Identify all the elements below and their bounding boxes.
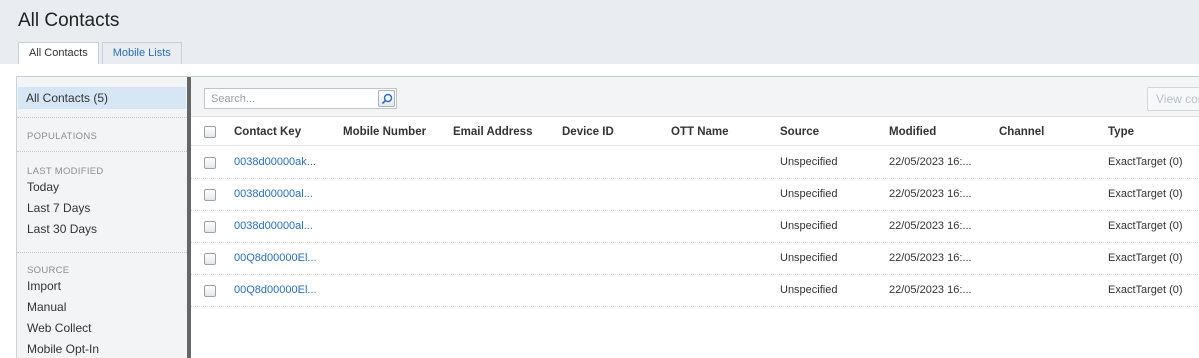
column-header-device-id[interactable]: Device ID bbox=[562, 126, 614, 138]
source-section: SOURCE Import Manual Web Collect Mobile … bbox=[17, 252, 187, 358]
row-checkbox[interactable] bbox=[204, 189, 216, 201]
sidebar-item-import[interactable]: Import bbox=[27, 279, 61, 293]
modified-cell: 22/05/2023 16:... bbox=[889, 284, 972, 296]
search-button[interactable] bbox=[378, 90, 395, 107]
sidebar-item-last-7-days[interactable]: Last 7 Days bbox=[27, 201, 90, 215]
column-header-channel[interactable]: Channel bbox=[999, 126, 1044, 138]
contact-key-link[interactable]: 0038d00000al... bbox=[234, 188, 313, 200]
contacts-panel: All Contacts (5) POPULATIONS LAST MODIFI… bbox=[16, 76, 1199, 358]
source-cell: Unspecified bbox=[780, 156, 838, 168]
row-checkbox[interactable] bbox=[204, 285, 216, 297]
table-row[interactable]: 0038d00000al... Unspecified 22/05/2023 1… bbox=[191, 179, 1199, 211]
type-cell: ExactTarget (0) bbox=[1108, 284, 1183, 296]
toolbar: View con bbox=[191, 77, 1199, 117]
modified-cell: 22/05/2023 16:... bbox=[889, 252, 972, 264]
source-cell: Unspecified bbox=[780, 284, 838, 296]
table-row[interactable]: 0038d00000ak... Unspecified 22/05/2023 1… bbox=[191, 147, 1199, 179]
modified-cell: 22/05/2023 16:... bbox=[889, 220, 972, 232]
sidebar-item-mobile-opt-in[interactable]: Mobile Opt-In bbox=[27, 342, 99, 356]
type-cell: ExactTarget (0) bbox=[1108, 220, 1183, 232]
page-title: All Contacts bbox=[18, 10, 120, 31]
column-header-modified[interactable]: Modified bbox=[889, 126, 936, 138]
tab-bar: All Contacts Mobile Lists bbox=[18, 42, 185, 65]
row-checkbox[interactable] bbox=[204, 157, 216, 169]
contact-key-link[interactable]: 0038d00000ak... bbox=[234, 156, 316, 168]
modified-cell: 22/05/2023 16:... bbox=[889, 188, 972, 200]
last-modified-heading: LAST MODIFIED bbox=[27, 166, 104, 177]
tab-mobile-lists[interactable]: Mobile Lists bbox=[101, 42, 182, 64]
column-header-source[interactable]: Source bbox=[780, 126, 819, 138]
row-checkbox[interactable] bbox=[204, 221, 216, 233]
view-contact-button[interactable]: View con bbox=[1147, 87, 1199, 111]
source-cell: Unspecified bbox=[780, 188, 838, 200]
source-cell: Unspecified bbox=[780, 252, 838, 264]
populations-section: POPULATIONS bbox=[17, 117, 187, 149]
main-grid: View con Contact Key Mobile Number Email… bbox=[191, 77, 1199, 358]
contact-key-link[interactable]: 0038d00000al... bbox=[234, 220, 313, 232]
column-header-contact-key[interactable]: Contact Key bbox=[234, 126, 301, 138]
column-header-type[interactable]: Type bbox=[1108, 126, 1134, 138]
type-cell: ExactTarget (0) bbox=[1108, 188, 1183, 200]
table-header: Contact Key Mobile Number Email Address … bbox=[191, 118, 1199, 146]
column-header-ott-name[interactable]: OTT Name bbox=[671, 126, 729, 138]
modified-cell: 22/05/2023 16:... bbox=[889, 156, 972, 168]
tab-all-contacts[interactable]: All Contacts bbox=[18, 42, 99, 65]
source-cell: Unspecified bbox=[780, 220, 838, 232]
search-box bbox=[204, 88, 397, 109]
type-cell: ExactTarget (0) bbox=[1108, 252, 1183, 264]
contact-key-link[interactable]: 00Q8d00000El... bbox=[234, 284, 317, 296]
contact-key-link[interactable]: 00Q8d00000El... bbox=[234, 252, 317, 264]
sidebar-item-web-collect[interactable]: Web Collect bbox=[27, 321, 91, 335]
type-cell: ExactTarget (0) bbox=[1108, 156, 1183, 168]
select-all-checkbox[interactable] bbox=[204, 126, 216, 138]
sidebar-item-manual[interactable]: Manual bbox=[27, 300, 66, 314]
search-input[interactable] bbox=[205, 89, 375, 108]
sidebar: All Contacts (5) POPULATIONS LAST MODIFI… bbox=[17, 77, 187, 358]
table-row[interactable]: 00Q8d00000El... Unspecified 22/05/2023 1… bbox=[191, 275, 1199, 307]
column-header-email-address[interactable]: Email Address bbox=[453, 126, 532, 138]
populations-heading: POPULATIONS bbox=[27, 131, 98, 142]
table-row[interactable]: 0038d00000al... Unspecified 22/05/2023 1… bbox=[191, 211, 1199, 243]
table-row[interactable]: 00Q8d00000El... Unspecified 22/05/2023 1… bbox=[191, 243, 1199, 275]
content-area: All Contacts (5) POPULATIONS LAST MODIFI… bbox=[0, 64, 1199, 358]
sidebar-item-all-contacts[interactable]: All Contacts (5) bbox=[18, 87, 186, 109]
sidebar-item-last-30-days[interactable]: Last 30 Days bbox=[27, 222, 97, 236]
search-icon bbox=[381, 93, 393, 105]
row-checkbox[interactable] bbox=[204, 253, 216, 265]
source-heading: SOURCE bbox=[27, 265, 70, 276]
sidebar-item-today[interactable]: Today bbox=[27, 180, 59, 194]
last-modified-section: LAST MODIFIED Today Last 7 Days Last 30 … bbox=[17, 151, 187, 247]
column-header-mobile-number[interactable]: Mobile Number bbox=[343, 126, 426, 138]
